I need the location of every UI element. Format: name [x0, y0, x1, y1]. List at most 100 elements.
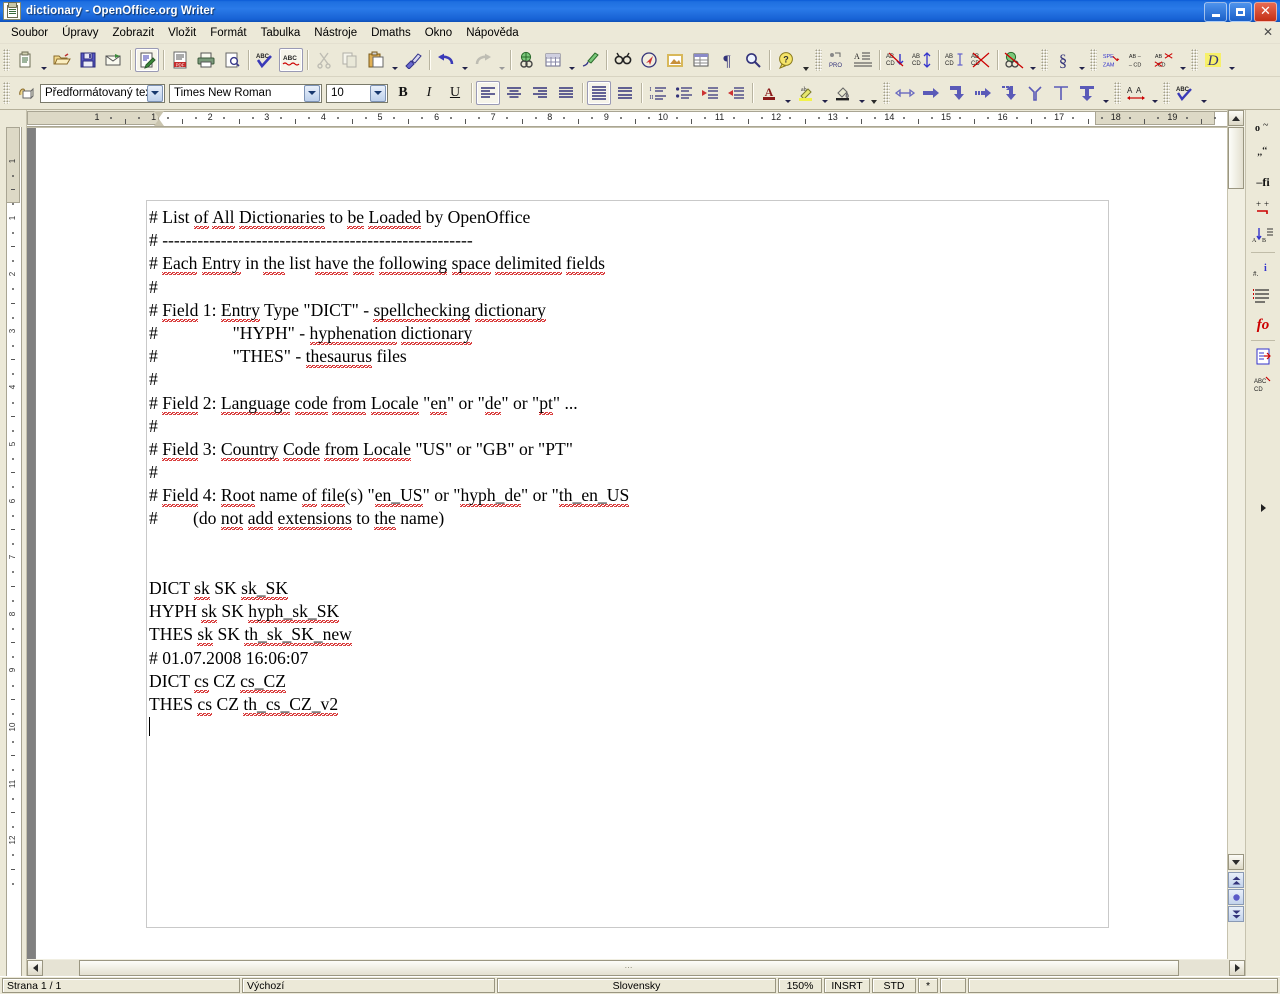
- sort-ab-icon[interactable]: AB: [1249, 222, 1277, 248]
- dmaths-toolbar-grip-1[interactable]: [815, 49, 822, 71]
- underline-button[interactable]: U: [443, 81, 467, 105]
- redo-icon[interactable]: [471, 48, 495, 72]
- horizontal-scroll-thumb[interactable]: ⋯: [79, 959, 1179, 976]
- dmaths-dropdown-2[interactable]: [1076, 46, 1087, 75]
- next-page-icon[interactable]: [1228, 906, 1244, 922]
- dmaths-spezam-icon[interactable]: SPE ZAM: [1100, 48, 1124, 72]
- ligature-fi-icon[interactable]: –fi: [1249, 168, 1277, 194]
- font-color-icon[interactable]: A: [757, 81, 781, 105]
- corner-down-icon[interactable]: [945, 81, 969, 105]
- line-spacing-1-icon[interactable]: [587, 81, 611, 105]
- paste-dropdown[interactable]: [389, 46, 400, 75]
- show-draw-functions-icon[interactable]: [578, 48, 602, 72]
- extra-toolbar-grip-1[interactable]: [1114, 82, 1121, 104]
- copy-icon[interactable]: [338, 48, 362, 72]
- background-color-icon[interactable]: [831, 81, 855, 105]
- font-name-dropdown-icon[interactable]: [304, 84, 320, 102]
- email-icon[interactable]: [102, 48, 126, 72]
- anchor-t-icon[interactable]: [1049, 81, 1073, 105]
- extra-toolbar-dropdown-1[interactable]: [1149, 79, 1160, 108]
- omega-tilde-icon[interactable]: o ~: [1249, 114, 1277, 140]
- increase-indent-icon[interactable]: [724, 81, 748, 105]
- highlighting-icon[interactable]: ab: [794, 81, 818, 105]
- paragraph-style-dropdown-icon[interactable]: [147, 84, 163, 102]
- unordered-list-icon[interactable]: [672, 81, 696, 105]
- save-icon[interactable]: [76, 48, 100, 72]
- dmaths-dropdown-4[interactable]: [1226, 46, 1237, 75]
- menu-upravy[interactable]: Úpravy: [55, 25, 105, 41]
- decrease-indent-icon[interactable]: [698, 81, 722, 105]
- new-document-icon[interactable]: [13, 48, 37, 72]
- hyperlink-icon[interactable]: [515, 48, 539, 72]
- scroll-left-icon[interactable]: [27, 959, 43, 976]
- frame-toolbar-grip[interactable]: [883, 82, 890, 104]
- dmaths-script-icon[interactable]: §: [1051, 48, 1075, 72]
- formatting-toolbar-overflow[interactable]: [867, 78, 880, 108]
- font-color-dropdown[interactable]: [782, 79, 793, 108]
- menu-soubor[interactable]: Soubor: [4, 25, 55, 41]
- dmaths-abcd-cross-icon[interactable]: AB CD: [1152, 48, 1176, 72]
- status-page[interactable]: Strana 1 / 1: [2, 978, 240, 993]
- bold-button[interactable]: B: [391, 81, 415, 105]
- index-entry-icon[interactable]: #. i: [1249, 256, 1277, 282]
- vertical-scrollbar[interactable]: [1227, 110, 1245, 959]
- document-text[interactable]: # List of All Dictionaries to be Loaded …: [149, 206, 630, 739]
- vertical-scroll-thumb[interactable]: [1228, 127, 1244, 189]
- sidebar-toolbar-overflow[interactable]: [1257, 502, 1269, 514]
- background-color-dropdown[interactable]: [856, 79, 867, 108]
- export-pdf-icon[interactable]: PDF: [168, 48, 192, 72]
- dmaths-abcd-down-icon[interactable]: AB CD: [884, 48, 908, 72]
- frame-toolbar-dropdown[interactable]: [1100, 79, 1111, 108]
- close-button[interactable]: ✕: [1254, 2, 1277, 22]
- horizontal-ruler[interactable]: 1 1 2 3 4 5 6 7 8 9 10 11 12 13 14 15 16 17 18 19: [27, 110, 1245, 128]
- menu-napoveda[interactable]: Nápověda: [459, 25, 525, 41]
- menu-zobrazit[interactable]: Zobrazit: [106, 25, 162, 41]
- formatting-toolbar-grip[interactable]: [3, 82, 10, 104]
- ordered-list-icon[interactable]: I II: [646, 81, 670, 105]
- accent-marks-icon[interactable]: + +: [1249, 195, 1277, 221]
- align-center-icon[interactable]: [502, 81, 526, 105]
- document-page[interactable]: # List of All Dictionaries to be Loaded …: [35, 127, 1245, 976]
- horizontal-scrollbar[interactable]: ⋯: [27, 959, 1245, 976]
- dmaths-dropdown-3[interactable]: [1177, 46, 1188, 75]
- print-icon[interactable]: [194, 48, 218, 72]
- standard-toolbar-overflow[interactable]: [799, 45, 812, 75]
- scroll-down-icon[interactable]: [1228, 854, 1244, 870]
- first-line-indent-marker[interactable]: [154, 111, 165, 126]
- print-preview-icon[interactable]: [220, 48, 244, 72]
- font-name-combo[interactable]: Times New Roman: [169, 83, 322, 103]
- undo-icon[interactable]: [434, 48, 458, 72]
- align-justified-icon[interactable]: [554, 81, 578, 105]
- navigation-icon[interactable]: [1228, 889, 1244, 905]
- find-replace-icon[interactable]: [611, 48, 635, 72]
- edit-file-icon[interactable]: [135, 48, 159, 72]
- undo-dropdown[interactable]: [459, 46, 470, 75]
- navigator-icon[interactable]: [637, 48, 661, 72]
- redo-dropdown[interactable]: [496, 46, 507, 75]
- list-format-icon[interactable]: [1249, 283, 1277, 309]
- dmaths-abcd-minus-icon[interactable]: AB – – CD: [1126, 48, 1150, 72]
- status-zoom[interactable]: 150%: [778, 978, 822, 993]
- autospellcheck-icon[interactable]: ABC: [279, 48, 303, 72]
- apply-style-icon[interactable]: [13, 81, 37, 105]
- dmaths-toolbar-grip-4[interactable]: [1191, 49, 1198, 71]
- maximize-button[interactable]: [1229, 2, 1252, 22]
- vertical-ruler[interactable]: 1 1 2 3 4 5 6 7 8 9 10 11 12: [0, 110, 27, 976]
- dmaths-d-icon[interactable]: D: [1201, 48, 1225, 72]
- dmaths-text-icon[interactable]: A: [851, 48, 875, 72]
- status-language[interactable]: Slovensky: [497, 978, 776, 993]
- paragraph-style-combo[interactable]: Předformátovaný text: [40, 83, 165, 103]
- dmaths-abcd-updown-icon[interactable]: AB CD: [910, 48, 934, 72]
- horizontal-scroll-track[interactable]: ⋯: [43, 959, 1229, 976]
- spellcheck-icon[interactable]: ABC: [253, 48, 277, 72]
- font-size-combo[interactable]: 10: [326, 83, 388, 103]
- abcd-icon[interactable]: ABC CD: [1249, 371, 1277, 397]
- dmaths-globe-del-icon[interactable]: [1002, 48, 1026, 72]
- formatting-marks-icon[interactable]: ¶: [715, 48, 739, 72]
- align-left-icon[interactable]: [476, 81, 500, 105]
- menu-dmaths[interactable]: Dmaths: [364, 25, 418, 41]
- dmaths-abcd-i-icon[interactable]: AB CD: [943, 48, 967, 72]
- minimize-button[interactable]: [1204, 2, 1227, 22]
- italic-button[interactable]: I: [417, 81, 441, 105]
- status-page-style[interactable]: Výchozí: [242, 978, 495, 993]
